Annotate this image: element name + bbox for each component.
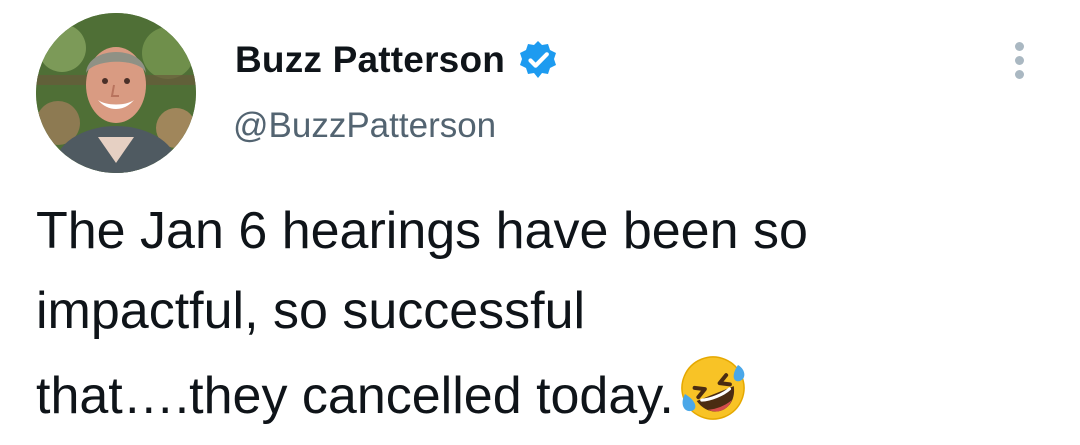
- tweet-line: impactful, so successful: [36, 282, 586, 340]
- tweet-card: Buzz Patterson @BuzzPatterson The Jan 6 …: [0, 0, 1080, 445]
- avatar-photo: [36, 13, 196, 173]
- more-options-icon[interactable]: [1006, 42, 1034, 84]
- rolling-laughing-emoji-icon: [676, 351, 750, 425]
- tweet-line: that….they cancelled today.: [36, 351, 1036, 431]
- verified-badge-icon: [517, 39, 559, 81]
- avatar[interactable]: [36, 13, 196, 173]
- author-handle[interactable]: @BuzzPatterson: [233, 104, 496, 148]
- author-row: Buzz Patterson: [235, 38, 559, 82]
- tweet-line: The Jan 6 hearings have been so: [36, 202, 808, 260]
- author-name[interactable]: Buzz Patterson: [235, 38, 505, 82]
- tweet-text: The Jan 6 hearings have been so impactfu…: [36, 191, 1036, 431]
